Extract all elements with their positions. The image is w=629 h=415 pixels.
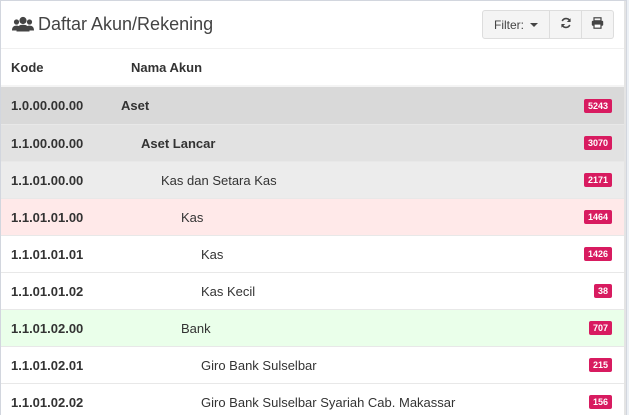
account-code: 1.1.00.00.00 [11,135,84,151]
account-name: Kas [201,246,224,262]
count-badge: 2171 [583,173,612,187]
print-button[interactable] [582,10,614,39]
count-badge: 38 [593,284,612,298]
account-name: Aset Lancar [141,135,216,151]
table-body: 1.0.00.00.00 Aset 5243 1.1.00.00.00 Aset Lan… [1,87,626,415]
table-row[interactable]: 1.1.01.00.00 Kas dan Setara Kas 2171 [1,161,626,198]
refresh-button[interactable] [550,10,582,39]
table-row[interactable]: 1.1.01.01.02 Kas Kecil 38 [1,272,626,309]
account-name: Giro Bank Sulselbar [201,357,317,373]
scrollbar[interactable] [624,1,626,415]
account-list-panel: Daftar Akun/Rekening Filter: Kode Nama A… [0,0,627,415]
account-name: Kas dan Setara Kas [161,172,277,188]
table-row[interactable]: 1.1.01.01.01 Kas 1426 [1,235,626,272]
account-name: Bank [181,320,211,336]
account-name: Giro Bank Sulselbar Syariah Cab. Makassa… [201,394,456,410]
count-badge: 3070 [583,136,612,150]
filter-dropdown-button[interactable]: Filter: [482,10,550,39]
column-header-kode[interactable]: Kode [1,60,121,75]
account-code: 1.1.01.02.00 [11,320,84,336]
box-tools: Filter: [482,10,614,39]
table-header: Kode Nama Akun [1,49,626,87]
account-code: 1.1.01.01.02 [11,283,84,299]
account-name: Aset [121,98,150,113]
count-badge: 1464 [583,210,612,224]
count-badge: 1426 [583,247,612,261]
users-icon [12,16,34,34]
count-badge: 5243 [583,98,612,113]
page-title: Daftar Akun/Rekening [38,14,214,34]
panel-title: Daftar Akun/Rekening [12,14,213,35]
refresh-icon [560,17,572,32]
table-row[interactable]: 1.0.00.00.00 Aset 5243 [1,87,626,124]
account-code: 1.1.01.02.01 [11,357,84,373]
caret-down-icon [530,22,538,27]
filter-label: Filter: [494,17,524,32]
count-badge: 215 [588,358,612,372]
table-row[interactable]: 1.1.01.02.00 Bank 707 [1,309,626,346]
table-row[interactable]: 1.1.00.00.00 Aset Lancar 3070 [1,124,626,161]
count-badge: 707 [588,321,612,335]
column-header-nama-akun[interactable]: Nama Akun [121,60,202,75]
count-badge: 156 [588,395,612,409]
account-code: 1.1.01.01.01 [11,246,84,262]
account-code: 1.0.00.00.00 [11,98,84,113]
account-code: 1.1.01.00.00 [11,172,84,188]
account-code: 1.1.01.01.00 [11,209,84,225]
print-icon [591,17,604,32]
table-row[interactable]: 1.1.01.02.01 Giro Bank Sulselbar 215 [1,346,626,383]
account-name: Kas [181,209,204,225]
table-row[interactable]: 1.1.01.01.00 Kas 1464 [1,198,626,235]
account-code: 1.1.01.02.02 [11,394,84,410]
table-row[interactable]: 1.1.01.02.02 Giro Bank Sulselbar Syariah … [1,383,626,415]
account-name: Kas Kecil [201,283,256,299]
panel-header: Daftar Akun/Rekening Filter: [1,1,626,49]
